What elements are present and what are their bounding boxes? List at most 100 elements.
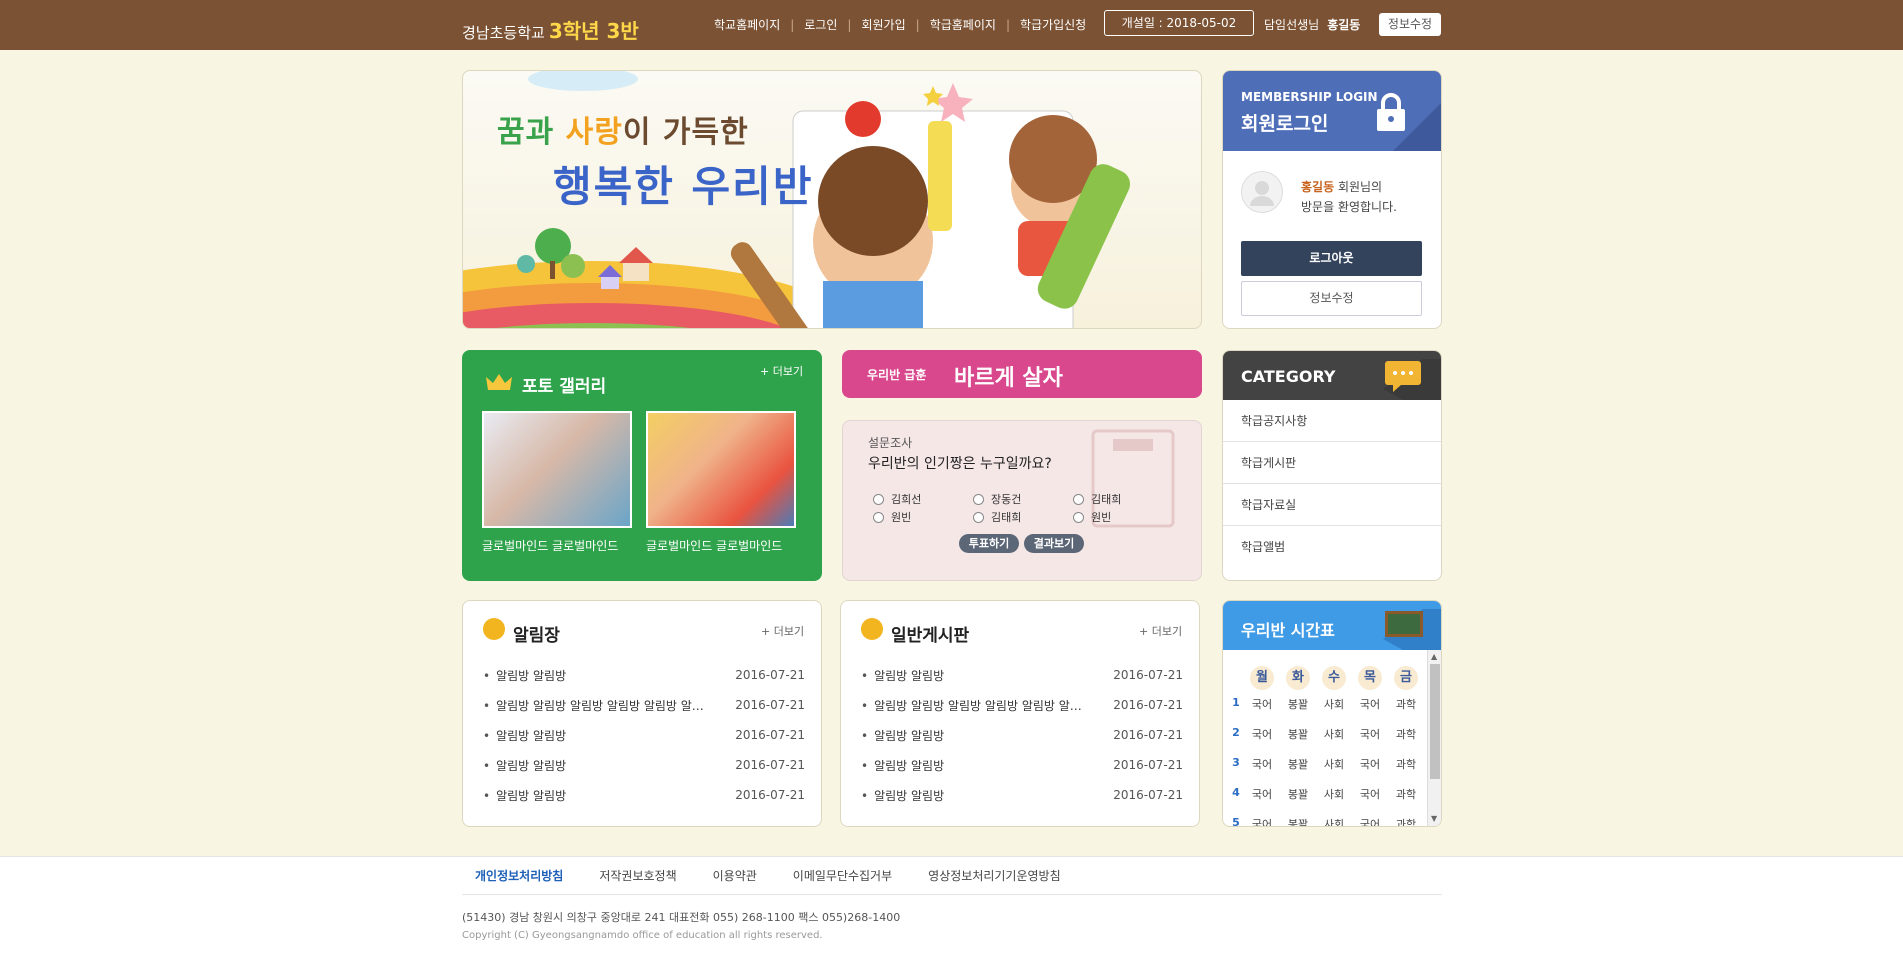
timetable-row: 5 국어 봉꽐 사회 국어 과학	[1223, 816, 1423, 827]
footer-divider	[462, 894, 1442, 895]
day-header: 금	[1394, 666, 1418, 690]
scrollbar-thumb[interactable]	[1430, 664, 1440, 779]
post-date: 2016-07-21	[735, 668, 805, 682]
list-item[interactable]: 알림방 알림방 2016-07-21	[483, 724, 805, 746]
gallery-photo-2[interactable]	[646, 411, 796, 528]
nav-signup-link[interactable]: 회원가입	[861, 16, 905, 33]
motto-label: 우리반 급훈	[867, 368, 927, 382]
subject-cell: 과학	[1395, 818, 1417, 827]
nav-class-join-link[interactable]: 학급가입신청	[1020, 16, 1086, 33]
notice-board-title: 알림장	[513, 626, 560, 646]
edit-info-button[interactable]: 정보수정	[1379, 13, 1441, 36]
user-icon	[1250, 181, 1274, 206]
list-item[interactable]: 알림방 알림방 알림방 알림방 알림방 알림방 2016-07-21	[861, 694, 1183, 716]
survey-option-4[interactable]: 원빈	[873, 509, 911, 525]
post-title: 알림방 알림방	[483, 667, 713, 684]
crown-icon	[486, 374, 512, 390]
post-date: 2016-07-21	[1113, 728, 1183, 742]
survey-option-1[interactable]: 김희선	[873, 491, 921, 507]
radio-button[interactable]	[873, 493, 884, 505]
radio-button[interactable]	[1073, 511, 1084, 523]
list-item[interactable]: 알림방 알림방 알림방 알림방 알림방 알림방 2016-07-21	[483, 694, 805, 716]
survey-option-2[interactable]: 장동건	[973, 491, 1021, 507]
timetable-body: 월 화 수 목 금 1 국어 봉꽐 사회 국어 과학 2 국어 봉꽐 사회 국어 과학 3 국어 봉꽐 사…	[1223, 650, 1441, 827]
subject-cell: 국어	[1251, 698, 1273, 711]
gallery-more-link[interactable]: + 더보기	[760, 363, 803, 379]
footer-link-email-refusal[interactable]: 이메일무단수집거부	[793, 867, 892, 884]
category-item-library[interactable]: 학급자료실	[1223, 484, 1441, 526]
timetable-row: 2 국어 봉꽐 사회 국어 과학	[1223, 726, 1423, 756]
period-number: 5	[1232, 816, 1240, 827]
list-item[interactable]: 알림방 알림방 2016-07-21	[483, 664, 805, 686]
logout-button[interactable]: 로그아웃	[1241, 241, 1422, 276]
general-board: 일반게시판 + 더보기 알림방 알림방 2016-07-21 알림방 알림방 알림…	[840, 600, 1200, 827]
gallery-photo-1[interactable]	[482, 411, 632, 528]
scroll-down-icon[interactable]: ▼	[1431, 814, 1437, 823]
category-header: CATEGORY	[1223, 351, 1441, 400]
timetable-scrollbar[interactable]: ▲ ▼	[1427, 650, 1441, 826]
subject-cell: 봉꽐	[1287, 788, 1309, 801]
notice-board: 알림장 + 더보기 알림방 알림방 2016-07-21 알림방 알림방 알림방 …	[462, 600, 822, 827]
subject-cell: 과학	[1395, 758, 1417, 771]
footer-link-cctv-policy[interactable]: 영상정보처리기기운영방침	[928, 867, 1060, 884]
list-item[interactable]: 알림방 알림방 2016-07-21	[861, 754, 1183, 776]
radio-button[interactable]	[1073, 493, 1084, 505]
nav-class-home-link[interactable]: 학급홈페이지	[930, 16, 996, 33]
general-more-link[interactable]: + 더보기	[1139, 623, 1182, 639]
view-results-button[interactable]: 결과보기	[1024, 534, 1084, 553]
edit-profile-button[interactable]: 정보수정	[1241, 281, 1422, 316]
footer-link-copyright[interactable]: 저작권보호정책	[599, 867, 676, 884]
option-label: 김태희	[1091, 493, 1122, 506]
subject-cell: 사회	[1323, 818, 1345, 827]
category-item-album[interactable]: 학급앨범	[1223, 526, 1441, 568]
footer-link-privacy[interactable]: 개인정보처리방침	[475, 867, 563, 884]
list-item[interactable]: 알림방 알림방 2016-07-21	[483, 784, 805, 806]
slogan-part-a: 꿈과	[497, 115, 566, 150]
gallery-caption-2[interactable]: 글로벌마인드 글로벌마인드	[646, 537, 798, 554]
radio-button[interactable]	[873, 511, 884, 523]
subject-cell: 과학	[1395, 698, 1417, 711]
day-header: 화	[1286, 666, 1310, 690]
radio-button[interactable]	[973, 511, 984, 523]
subject-cell: 국어	[1359, 758, 1381, 771]
list-item[interactable]: 알림방 알림방 2016-07-21	[861, 724, 1183, 746]
list-item[interactable]: 알림방 알림방 2016-07-21	[861, 664, 1183, 686]
category-item-notice[interactable]: 학급공지사항	[1223, 400, 1441, 442]
top-header-bar: 경남초등학교 3학년 3반 학교홈페이지 | 로그인 | 회원가입 | 학급홈페이지 | …	[0, 0, 1903, 50]
subject-cell: 국어	[1251, 758, 1273, 771]
post-title: 알림방 알림방	[861, 667, 1091, 684]
welcome-user-name: 홍길동	[1301, 180, 1335, 194]
survey-label: 설문조사	[868, 436, 913, 450]
subject-cell: 국어	[1359, 698, 1381, 711]
nav-login-link[interactable]: 로그인	[804, 16, 837, 33]
category-item-board[interactable]: 학급게시판	[1223, 442, 1441, 484]
subject-cell: 봉꽐	[1287, 698, 1309, 711]
survey-option-5[interactable]: 김태희	[973, 509, 1021, 525]
site-title[interactable]: 경남초등학교 3학년 3반	[462, 15, 639, 44]
survey-option-6[interactable]: 원빈	[1073, 509, 1111, 525]
user-avatar	[1241, 171, 1283, 213]
teacher-info: 담임선생님 홍길동	[1264, 16, 1360, 33]
footer-link-terms[interactable]: 이용약관	[713, 867, 757, 884]
vote-button[interactable]: 투표하기	[959, 534, 1019, 553]
subject-cell: 과학	[1395, 788, 1417, 801]
radio-button[interactable]	[973, 493, 984, 505]
post-title: 알림방 알림방	[483, 757, 713, 774]
scroll-up-icon[interactable]: ▲	[1431, 652, 1437, 661]
survey-option-3[interactable]: 김태희	[1073, 491, 1121, 507]
lightbulb-icon	[483, 618, 505, 640]
open-date-badge: 개설일 : 2018-05-02	[1104, 10, 1254, 36]
subject-cell: 국어	[1251, 818, 1273, 827]
timetable-row: 3 국어 봉꽐 사회 국어 과학	[1223, 756, 1423, 786]
timetable-row: 4 국어 봉꽐 사회 국어 과학	[1223, 786, 1423, 816]
banner-slogan-line1: 꿈과 사랑이 가득한	[497, 107, 749, 151]
post-date: 2016-07-21	[1113, 668, 1183, 682]
post-title: 알림방 알림방	[861, 757, 1091, 774]
notice-more-link[interactable]: + 더보기	[761, 623, 804, 639]
post-date: 2016-07-21	[1113, 698, 1183, 712]
list-item[interactable]: 알림방 알림방 2016-07-21	[483, 754, 805, 776]
list-item[interactable]: 알림방 알림방 2016-07-21	[861, 784, 1183, 806]
nav-school-home-link[interactable]: 학교홈페이지	[714, 16, 780, 33]
gallery-caption-1[interactable]: 글로벌마인드 글로벌마인드	[482, 537, 634, 554]
day-header: 수	[1322, 666, 1346, 690]
